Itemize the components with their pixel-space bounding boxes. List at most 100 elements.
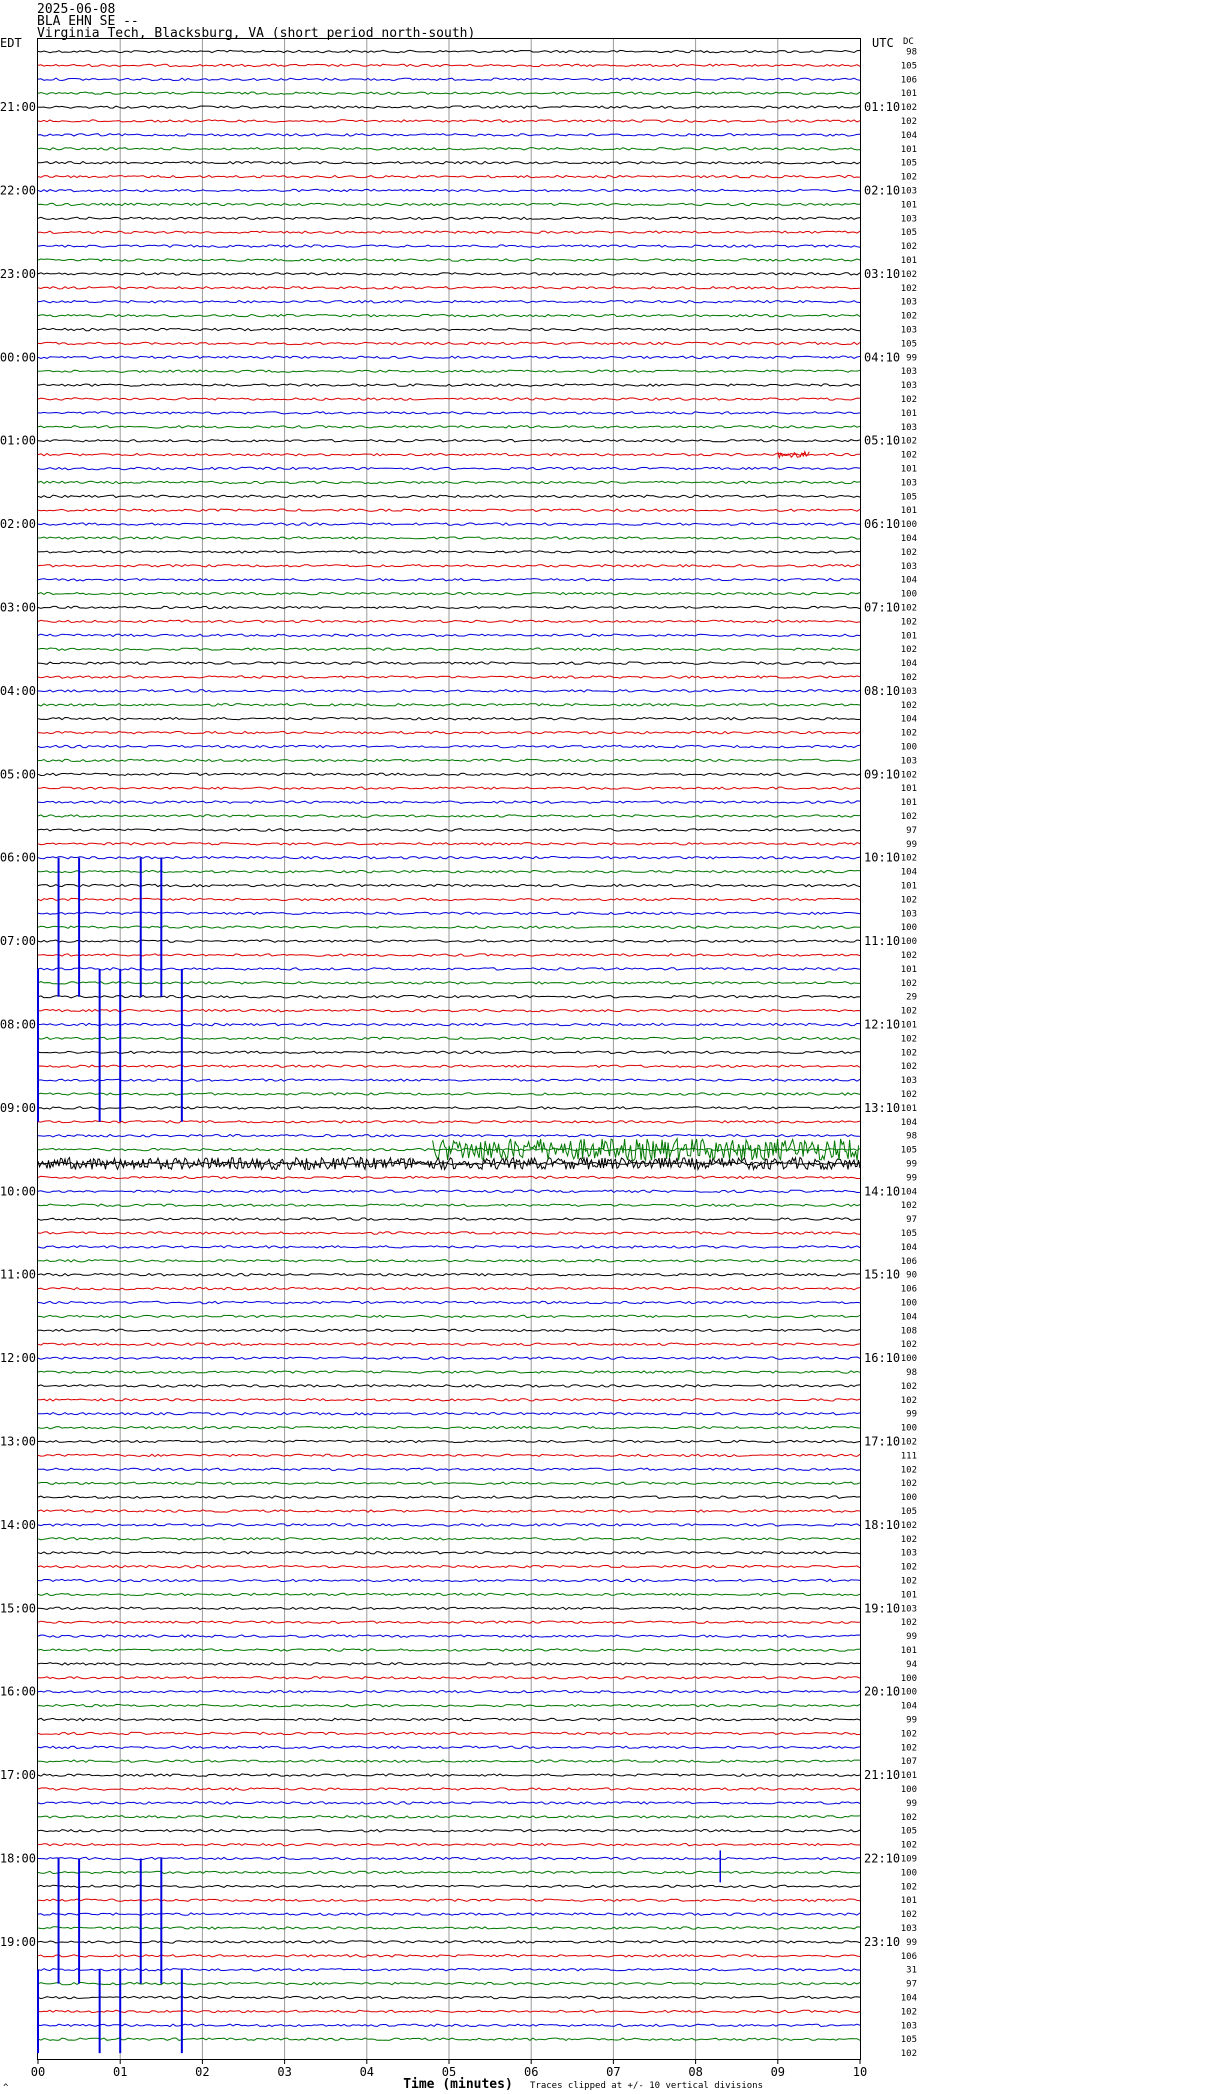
- right-hour-label: 15:10: [864, 1268, 900, 1282]
- dc-offset-value: 31: [906, 1966, 917, 1976]
- dc-offset-value: 102: [901, 1910, 917, 1920]
- helicorder-chart: 2025-06-08 BLA EHN SE -- Virginia Tech, …: [0, 2, 917, 2093]
- dc-offset-value: 103: [901, 1604, 917, 1614]
- dc-offset-value: 105: [901, 1146, 917, 1156]
- dc-offset-value: 105: [901, 492, 917, 502]
- right-hour-label: 01:10: [864, 100, 900, 114]
- dc-offset-value: 105: [901, 228, 917, 238]
- dc-offset-value: 101: [901, 882, 917, 892]
- dc-offset-value: 98: [906, 1368, 917, 1378]
- right-hour-label: 10:10: [864, 851, 900, 865]
- left-hour-label: 22:00: [0, 184, 36, 198]
- left-hour-label: 15:00: [0, 1601, 36, 1615]
- dc-offset-value: 101: [901, 1896, 917, 1906]
- dc-offset-value: 102: [901, 812, 917, 822]
- dc-offset-value: 98: [906, 1132, 917, 1142]
- dc-offset-value: 102: [901, 1729, 917, 1739]
- dc-offset-value: 102: [901, 1201, 917, 1211]
- right-hour-label: 22:10: [864, 1852, 900, 1866]
- dc-offset-value: 100: [901, 1493, 917, 1503]
- clip-footnote: Traces clipped at +/- 10 vertical divisi…: [530, 2081, 763, 2091]
- left-hour-label: 11:00: [0, 1268, 36, 1282]
- dc-offset-value: 102: [901, 729, 917, 739]
- dc-offset-value: 103: [901, 2021, 917, 2031]
- dc-offset-value: 97: [906, 1215, 917, 1225]
- dc-offset-value: 101: [901, 1590, 917, 1600]
- dc-offset-value: 99: [906, 1410, 917, 1420]
- dc-offset-value: 102: [901, 673, 917, 683]
- corner-mark: ^: [3, 2083, 9, 2093]
- dc-offset-value: 106: [901, 1257, 917, 1267]
- dc-offset-value: 101: [901, 145, 917, 155]
- dc-offset-value: 105: [901, 339, 917, 349]
- dc-offset-value: 102: [901, 1340, 917, 1350]
- dc-offset-value: 103: [901, 909, 917, 919]
- dc-offset-value: 99: [906, 353, 917, 363]
- x-axis: 00 01 02 03 04 05 06 07 08 09 10: [31, 2059, 867, 2079]
- dc-offset-value: 102: [901, 701, 917, 711]
- dc-offset-value: 106: [901, 75, 917, 85]
- dc-offset-value: 102: [901, 395, 917, 405]
- dc-offset-value: 102: [901, 854, 917, 864]
- dc-offset-value: 105: [901, 61, 917, 71]
- dc-offset-value: 104: [901, 1312, 917, 1322]
- dc-offset-value: 102: [901, 1882, 917, 1892]
- dc-offset-value: 101: [901, 965, 917, 975]
- left-hour-label: 13:00: [0, 1435, 36, 1449]
- left-hour-label: 04:00: [0, 684, 36, 698]
- dc-offset-value: 102: [901, 895, 917, 905]
- right-hour-label: 17:10: [864, 1435, 900, 1449]
- dc-offset-value: 102: [901, 2049, 917, 2059]
- dc-offset-value: 103: [901, 756, 917, 766]
- dc-offset-value: 99: [906, 1173, 917, 1183]
- dc-offset-value: 97: [906, 1980, 917, 1990]
- left-hour-label: 02:00: [0, 517, 36, 531]
- left-hour-labels: 21:00 22:00 23:00 00:00 01:00 02:00 03:00 04:00…: [0, 100, 36, 1949]
- right-hour-label: 23:10: [864, 1935, 900, 1949]
- dc-offset-value: 100: [901, 937, 917, 947]
- dc-offset-value: 106: [901, 1285, 917, 1295]
- dc-offset-value: 102: [901, 1841, 917, 1851]
- dc-offset-value: 101: [901, 200, 917, 210]
- left-hour-label: 21:00: [0, 100, 36, 114]
- right-hour-label: 11:10: [864, 934, 900, 948]
- dc-offset-value: 102: [901, 1438, 917, 1448]
- left-hour-label: 18:00: [0, 1852, 36, 1866]
- right-hour-label: 14:10: [864, 1184, 900, 1198]
- dc-offset-value: 103: [901, 214, 917, 224]
- dc-offset-value: 105: [901, 1229, 917, 1239]
- right-hour-label: 06:10: [864, 517, 900, 531]
- dc-offset-value: 104: [901, 576, 917, 586]
- x-tick-label: 04: [360, 2065, 374, 2079]
- dc-offset-value: 103: [901, 423, 917, 433]
- dc-offset-value: 99: [906, 840, 917, 850]
- dc-offset-value: 100: [901, 923, 917, 933]
- left-hour-label: 01:00: [0, 434, 36, 448]
- dc-offset-value: 102: [901, 1048, 917, 1058]
- right-hour-label: 18:10: [864, 1518, 900, 1532]
- dc-offset-value: 102: [901, 951, 917, 961]
- dc-offset-value: 102: [901, 1382, 917, 1392]
- left-hour-label: 16:00: [0, 1685, 36, 1699]
- dc-offset-value: 99: [906, 1160, 917, 1170]
- dc-offset-value: 94: [906, 1660, 917, 1670]
- dc-offset-value: 102: [901, 103, 917, 113]
- right-hour-label: 03:10: [864, 267, 900, 281]
- dc-offset-value: 101: [901, 465, 917, 475]
- dc-offset-value: 106: [901, 1952, 917, 1962]
- dc-offset-value: 111: [901, 1451, 917, 1461]
- dc-offset-labels: 98 105 106 101 102 102 104 101 105 102 103 101 103 10…: [901, 48, 917, 2060]
- dc-offset-value: 102: [901, 548, 917, 558]
- dc-offset-value: 99: [906, 1716, 917, 1726]
- dc-offset-value: 103: [901, 381, 917, 391]
- dc-offset-value: 103: [901, 687, 917, 697]
- left-hour-label: 23:00: [0, 267, 36, 281]
- dc-offset-value: 102: [901, 1007, 917, 1017]
- right-timezone-label: UTC: [872, 36, 894, 50]
- x-tick-label: 09: [771, 2065, 785, 2079]
- dc-offset-value: 101: [901, 409, 917, 419]
- right-hour-label: 16:10: [864, 1351, 900, 1365]
- right-hour-label: 20:10: [864, 1685, 900, 1699]
- left-hour-label: 12:00: [0, 1351, 36, 1365]
- right-hour-label: 19:10: [864, 1601, 900, 1615]
